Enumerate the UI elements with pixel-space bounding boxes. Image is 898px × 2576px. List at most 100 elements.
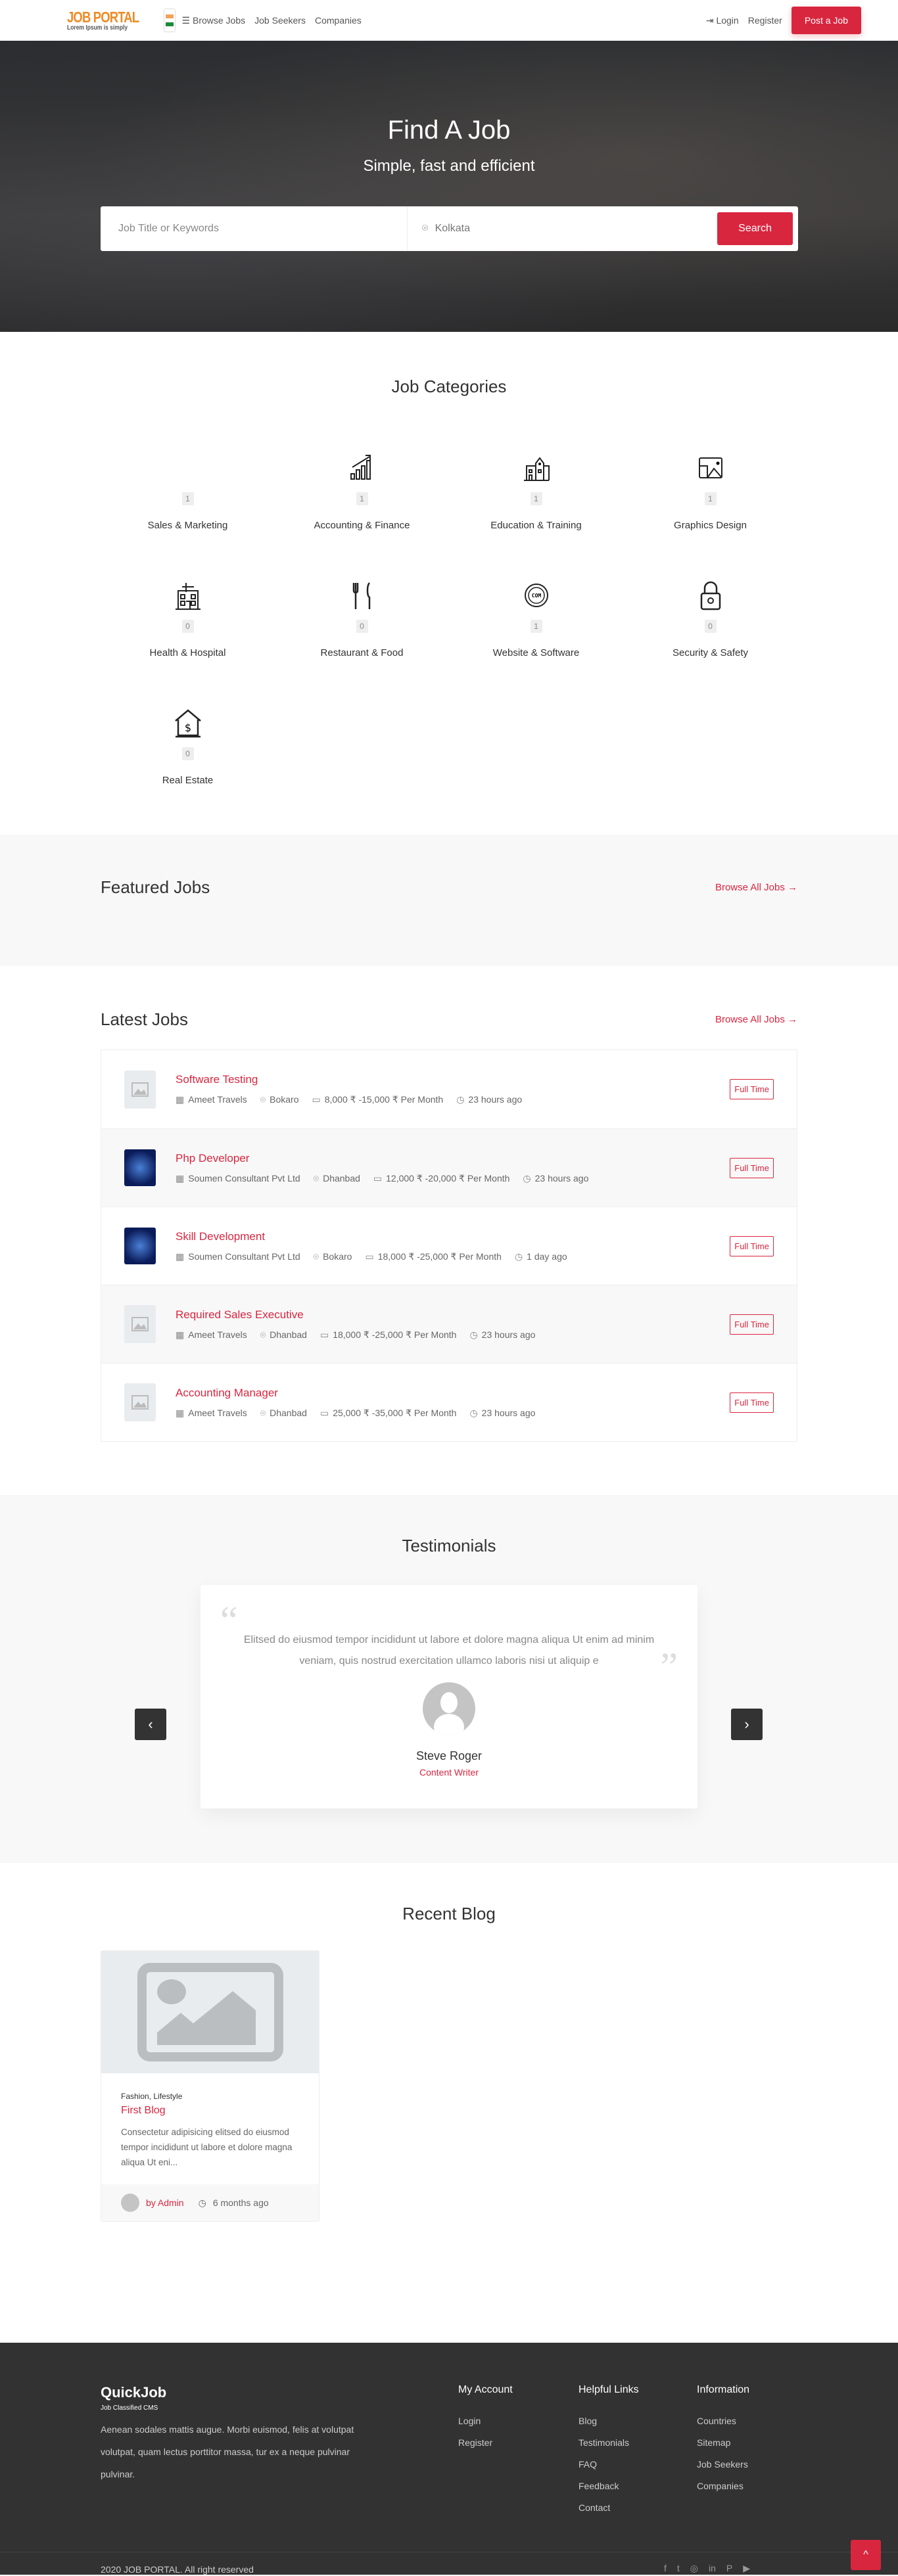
building-icon: ▦ — [176, 1094, 185, 1105]
job-list: Software Testing ▦ Ameet Travels ⌾ Bokaro … — [101, 1049, 797, 1442]
company-logo — [124, 1228, 156, 1264]
footer-link[interactable]: Testimonials — [579, 2432, 639, 2454]
job-title[interactable]: Php Developer — [176, 1152, 588, 1165]
job-salary: ▭ 18,000 ₹ -25,000 ₹ Per Month — [319, 1329, 457, 1340]
category-count: 0 — [356, 620, 368, 633]
facebook-icon[interactable]: f — [664, 2563, 667, 2574]
category-count: 0 — [704, 620, 717, 633]
building-icon: ▦ — [176, 1329, 185, 1340]
blog-author[interactable]: by Admin — [146, 2197, 184, 2208]
clock-icon: ◷ — [198, 2197, 206, 2208]
job-title[interactable]: Accounting Manager — [176, 1387, 535, 1400]
blog-categories[interactable]: Fashion, Lifestyle — [121, 2092, 299, 2101]
job-salary: ▭ 12,000 ₹ -20,000 ₹ Per Month — [373, 1172, 510, 1184]
footer-link[interactable]: Countries — [697, 2410, 749, 2432]
main-nav: ☰ Browse Jobs Job Seekers Companies — [182, 15, 362, 26]
prev-arrow-button[interactable]: ‹ — [135, 1709, 166, 1740]
clock-icon: ◷ — [523, 1172, 531, 1184]
fork-knife-icon — [352, 582, 370, 609]
footer-link[interactable]: Companies — [697, 2475, 749, 2497]
category-item[interactable]: COM 1 Website & Software — [449, 551, 623, 658]
footer-column: Helpful Links Blog Testimonials FAQ Feedback… — [579, 2384, 639, 2519]
footer-link[interactable]: Contact — [579, 2497, 639, 2519]
linkedin-icon[interactable]: in — [709, 2563, 716, 2574]
testimonials-section: Testimonials ‹ “ ” Elitsed do eiusmod te… — [0, 1495, 898, 1863]
job-company: ▦ Ameet Travels — [176, 1094, 247, 1105]
testimonial-text: Elitsed do eiusmod tempor incididunt ut … — [243, 1634, 655, 1667]
footer-link[interactable]: Blog — [579, 2410, 639, 2432]
category-item[interactable]: 0 Security & Safety — [623, 551, 797, 658]
job-title[interactable]: Skill Development — [176, 1230, 567, 1243]
author-avatar — [121, 2194, 139, 2212]
twitter-icon[interactable]: t — [677, 2563, 680, 2574]
job-location: ⌾ Bokaro — [313, 1251, 352, 1262]
category-count: 0 — [181, 620, 194, 633]
job-row[interactable]: Php Developer ▦ Soumen Consultant Pvt Ltd… — [101, 1128, 797, 1207]
category-item[interactable]: 1 Accounting & Finance — [275, 423, 449, 531]
job-type-badge: Full Time — [730, 1392, 774, 1413]
login-link[interactable]: ⇥ Login — [706, 15, 739, 26]
nav-job-seekers[interactable]: Job Seekers — [254, 15, 306, 26]
category-item[interactable]: 1 Graphics Design — [623, 423, 797, 531]
latest-jobs-section: Latest Jobs Browse All Jobs → Software Te… — [0, 966, 898, 1495]
footer-link[interactable]: FAQ — [579, 2454, 639, 2475]
category-item[interactable]: 0 Health & Hospital — [101, 551, 275, 658]
clock-icon: ◷ — [469, 1329, 478, 1340]
keyword-input[interactable]: Job Title or Keywords — [101, 206, 408, 251]
job-row[interactable]: Required Sales Executive ▦ Ameet Travels … — [101, 1285, 797, 1363]
blog-card[interactable]: Fashion, Lifestyle First Blog Consectetu… — [101, 1950, 319, 2222]
category-item[interactable]: $0 Real Estate — [101, 678, 275, 786]
footer-link[interactable]: Feedback — [579, 2475, 639, 2497]
category-count: 1 — [181, 492, 194, 505]
image-placeholder-icon — [124, 1383, 156, 1421]
youtube-icon[interactable]: ▶ — [743, 2563, 750, 2574]
browse-all-jobs-link[interactable]: Browse All Jobs → — [715, 1014, 797, 1025]
search-button[interactable]: Search — [717, 212, 793, 245]
blog-title[interactable]: First Blog — [121, 2105, 299, 2117]
india-flag-icon[interactable] — [163, 9, 176, 32]
job-row[interactable]: Accounting Manager ▦ Ameet Travels ⌾ Dhanb… — [101, 1363, 797, 1441]
building-icon: ▦ — [176, 1251, 185, 1262]
map-pin-icon: ⌾ — [260, 1329, 266, 1340]
footer-link[interactable]: Job Seekers — [697, 2454, 749, 2475]
image-placeholder-icon — [124, 1305, 156, 1343]
job-title[interactable]: Required Sales Executive — [176, 1308, 535, 1322]
job-company: ▦ Soumen Consultant Pvt Ltd — [176, 1172, 300, 1184]
category-label: Security & Safety — [672, 647, 749, 658]
footer-link[interactable]: Register — [458, 2432, 513, 2454]
recent-blog-section: Recent Blog Fashion, Lifestyle First Blo… — [0, 1863, 898, 2343]
job-row[interactable]: Software Testing ▦ Ameet Travels ⌾ Bokaro … — [101, 1050, 797, 1128]
footer-logo[interactable]: QuickJob Job Classified CMS — [101, 2384, 166, 2413]
job-row[interactable]: Skill Development ▦ Soumen Consultant Pvt… — [101, 1207, 797, 1285]
site-logo[interactable]: JOB PORTAL Lorem Ipsum is simply — [67, 9, 157, 32]
clock-icon: ◷ — [469, 1407, 478, 1418]
post-job-button[interactable]: Post a Job — [791, 7, 861, 34]
category-item[interactable]: 1 Education & Training — [449, 423, 623, 531]
hero-title: Find A Job — [387, 116, 511, 145]
category-item[interactable]: 0 Restaurant & Food — [275, 551, 449, 658]
nav-browse-jobs[interactable]: ☰ Browse Jobs — [182, 15, 246, 26]
category-count: 1 — [356, 492, 368, 505]
job-time: ◷ 23 hours ago — [523, 1172, 589, 1184]
job-title[interactable]: Software Testing — [176, 1073, 522, 1086]
footer-link[interactable]: Login — [458, 2410, 513, 2432]
browse-all-jobs-link[interactable]: Browse All Jobs → — [715, 882, 797, 893]
instagram-icon[interactable]: ◎ — [690, 2563, 698, 2574]
footer-link[interactable]: Sitemap — [697, 2432, 749, 2454]
hospital-icon — [175, 583, 201, 610]
register-link[interactable]: Register — [748, 15, 782, 26]
scroll-top-button[interactable]: ^ — [851, 2540, 881, 2570]
pinterest-icon[interactable]: P — [726, 2563, 732, 2574]
section-title: Testimonials — [402, 1536, 496, 1555]
nav-companies[interactable]: Companies — [315, 15, 362, 26]
category-item[interactable]: 1 Sales & Marketing — [101, 423, 275, 531]
login-icon: ⇥ — [705, 14, 717, 26]
next-arrow-button[interactable]: › — [731, 1709, 763, 1740]
map-pin-icon: ⌾ — [313, 1251, 319, 1262]
category-count: 1 — [530, 620, 542, 633]
school-building-icon — [523, 457, 550, 481]
map-pin-icon: ⌾ — [422, 223, 429, 234]
location-input[interactable]: ⌾ Kolkata — [408, 223, 717, 235]
building-icon: ▦ — [176, 1172, 185, 1184]
footer-column-title: My Account — [458, 2384, 513, 2395]
